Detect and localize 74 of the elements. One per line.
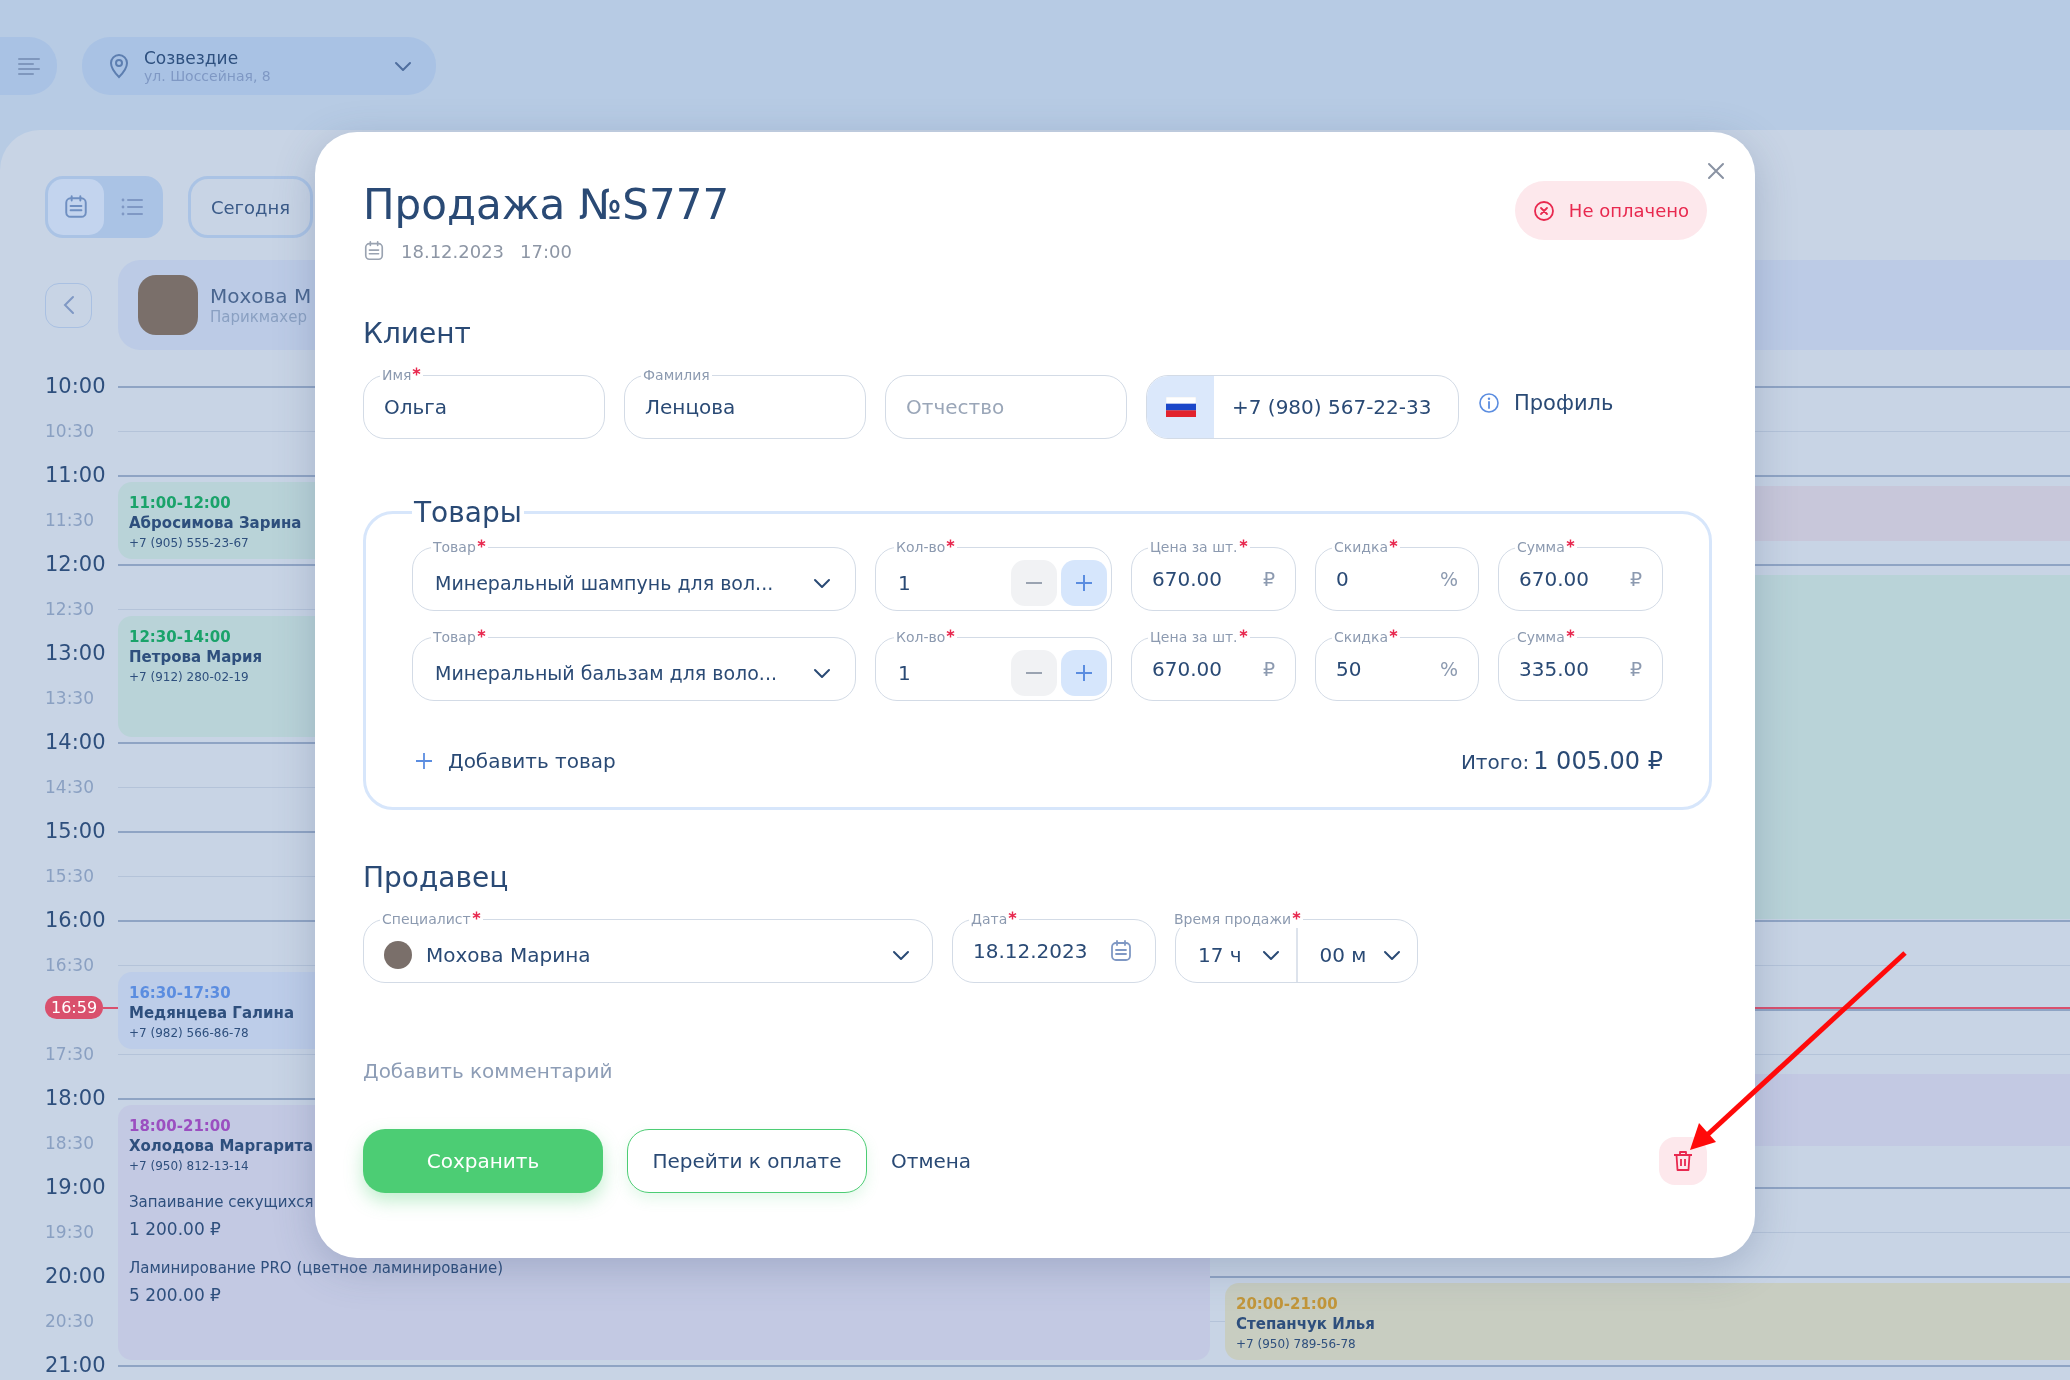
service-name: Ламинирование PRO (цветное ламинирование): [129, 1259, 504, 1277]
field-label: Специалист: [380, 910, 483, 928]
time-label: 14:00: [45, 730, 107, 754]
payment-status-badge: Не оплачено: [1514, 181, 1707, 240]
sale-time: 17:00: [520, 240, 572, 262]
time-label: 20:00: [45, 1264, 107, 1288]
total-amount: 1 005.00 ₽: [1533, 747, 1663, 775]
time-label: 19:00: [45, 1175, 107, 1199]
unit-label: ₽: [1629, 567, 1642, 590]
client-phone: +7 (950) 812-13-14: [129, 1159, 249, 1173]
time-label: 13:30: [45, 686, 95, 710]
time-label: 13:00: [45, 641, 107, 665]
time-label: 14:30: [45, 775, 95, 799]
unit-label: %: [1439, 657, 1458, 680]
sale-date: 18.12.2023: [401, 240, 505, 262]
time-label: 12:00: [45, 552, 107, 576]
appointment-time: 16:30-17:30: [129, 983, 231, 1002]
client-phone: +7 (982) 566-86-78: [129, 1025, 249, 1040]
time-label: 10:30: [45, 419, 95, 443]
client-phone: +7 (950) 789-56-78: [1236, 1337, 1356, 1351]
unit-label: %: [1439, 567, 1458, 590]
client-name: Степанчук Илья: [1236, 1315, 1375, 1333]
appointment-time: 20:00-21:00: [1236, 1295, 1338, 1313]
client-name: Петрова Мария: [129, 647, 263, 666]
time-label: 15:00: [45, 819, 107, 843]
field-label: Цена за шт.: [1148, 628, 1250, 646]
section-heading: Товары: [413, 496, 523, 529]
time-label: 16:00: [45, 908, 107, 932]
field-label: Скидка: [1332, 628, 1401, 646]
field-label: Сумма: [1515, 538, 1577, 556]
appointment-time: 18:00-21:00: [129, 1117, 231, 1135]
appointment-time: 12:30-14:00: [129, 627, 231, 646]
current-time-badge: 16:59: [45, 996, 104, 1020]
client-phone: +7 (905) 555-23-67: [129, 536, 249, 550]
time-label: 16:30: [45, 953, 95, 977]
field-label: Товар: [431, 628, 488, 646]
time-label: 21:00: [45, 1353, 107, 1377]
client-name: Абросимова Зарина: [129, 514, 302, 532]
total-label: Итого:: [1460, 750, 1530, 774]
time-label: 17:30: [45, 1042, 95, 1066]
field-label: Сумма: [1515, 628, 1577, 646]
client-phone: +7 (912) 280-02-19: [129, 669, 249, 684]
appointment-time: 11:00-12:00: [129, 494, 231, 512]
client-name: Холодова Маргарита: [129, 1137, 314, 1155]
time-label: 18:30: [45, 1131, 95, 1155]
section-heading: Продавец: [363, 861, 510, 894]
client-name: Медянцева Галина: [129, 1003, 294, 1022]
unit-label: ₽: [1262, 567, 1275, 590]
time-label: 12:30: [45, 597, 95, 621]
unit-label: ₽: [1629, 657, 1642, 680]
dialog-title: Продажа №S777: [363, 179, 730, 231]
field-label: Цена за шт.: [1148, 538, 1250, 556]
field-label: Скидка: [1332, 538, 1401, 556]
unit-label: ₽: [1262, 657, 1275, 680]
time-label: 15:30: [45, 864, 95, 888]
field-label: Дата: [969, 910, 1020, 928]
field-label: Фамилия: [642, 366, 711, 384]
time-label: 19:30: [45, 1220, 95, 1244]
time-label: 11:30: [45, 508, 95, 532]
service-price: 5 200.00 ₽: [129, 1285, 221, 1305]
time-label: 20:30: [45, 1309, 95, 1333]
time-label: 10:00: [45, 374, 107, 398]
section-heading: Клиент: [363, 317, 472, 350]
field-label: Имя: [380, 366, 424, 384]
specialist-name: Мохова М: [210, 284, 312, 308]
location-name: Созвездие: [144, 48, 240, 68]
service-name: Запаивание секущихся: [129, 1193, 314, 1211]
service-price: 1 200.00 ₽: [129, 1219, 221, 1239]
time-label: 18:00: [45, 1086, 107, 1110]
field-label: Кол-во: [894, 628, 958, 646]
time-label: 11:00: [45, 463, 107, 487]
field-label: Время продажи: [1172, 910, 1304, 928]
field-label: Кол-во: [894, 538, 958, 556]
field-label: Товар: [431, 538, 488, 556]
